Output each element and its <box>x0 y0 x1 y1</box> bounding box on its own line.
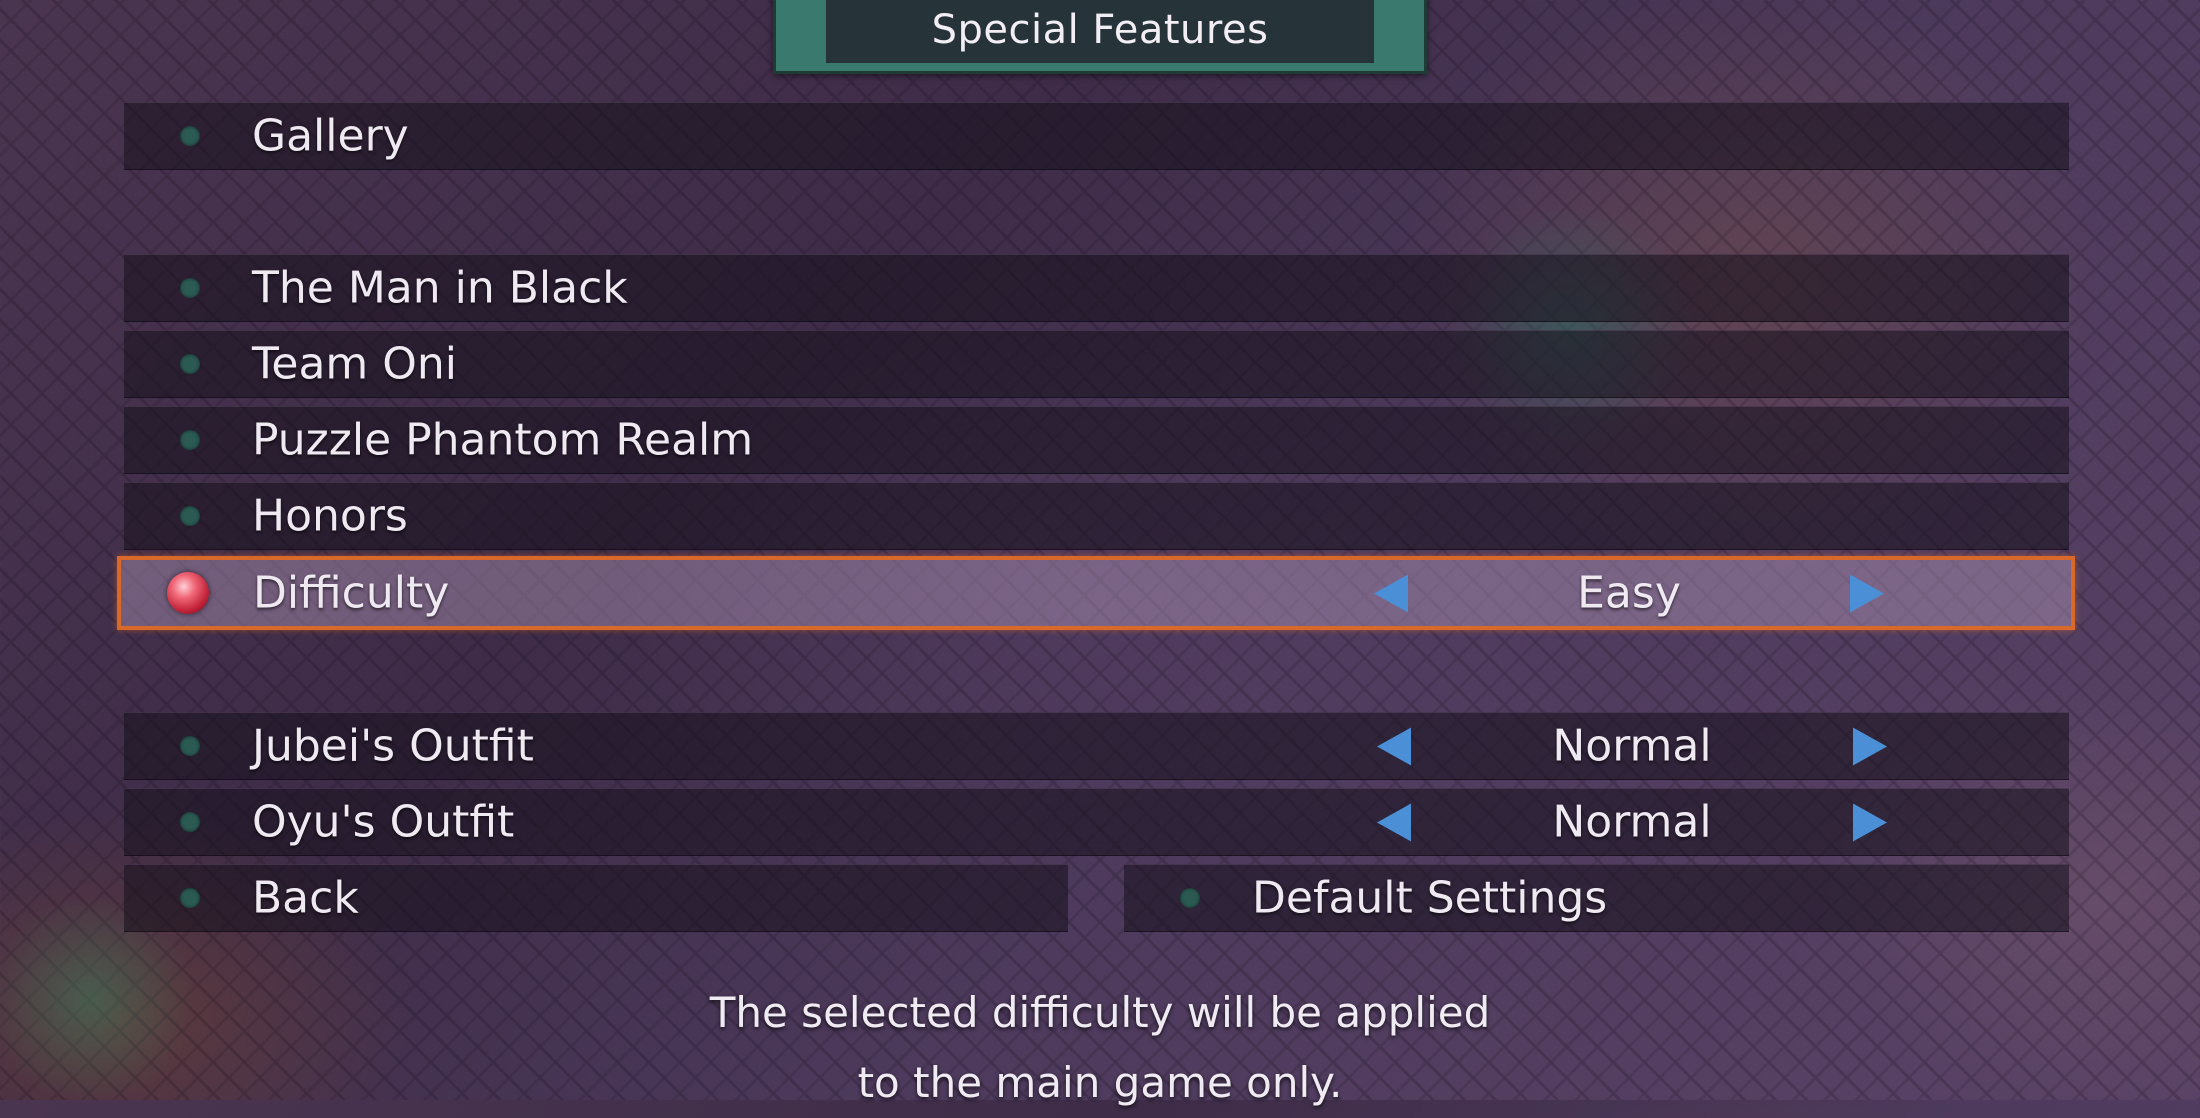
difficulty-selector: Easy <box>1374 568 1884 619</box>
bullet-dot-icon <box>1180 888 1200 908</box>
menu-item-man-in-black[interactable]: The Man in Black <box>124 254 2069 322</box>
page-title: Special Features <box>826 0 1374 63</box>
bullet-dot-icon <box>180 354 200 374</box>
menu-item-label: Gallery <box>252 110 409 162</box>
bullet-dot-icon <box>180 126 200 146</box>
menu-item-jubei-outfit[interactable]: Jubei's Outfit Normal <box>124 712 2069 780</box>
menu-item-label: Honors <box>252 490 408 542</box>
bullet-dot-icon <box>180 812 200 832</box>
oyu-outfit-selector: Normal <box>1377 797 1887 848</box>
selection-orb-icon <box>167 572 209 614</box>
bullet-dot-icon <box>180 430 200 450</box>
back-label: Back <box>252 872 359 924</box>
arrow-left-icon[interactable] <box>1377 727 1411 765</box>
menu-item-label: Difficulty <box>253 567 450 619</box>
menu-item-honors[interactable]: Honors <box>124 482 2069 550</box>
jubei-outfit-value: Normal <box>1552 720 1712 772</box>
back-button[interactable]: Back <box>124 864 1068 932</box>
menu-item-puzzle-phantom-realm[interactable]: Puzzle Phantom Realm <box>124 406 2069 474</box>
difficulty-value: Easy <box>1577 567 1681 619</box>
bullet-dot-icon <box>180 736 200 756</box>
arrow-left-icon[interactable] <box>1374 574 1408 612</box>
menu-item-label: Jubei's Outfit <box>252 720 534 772</box>
bullet-dot-icon <box>180 888 200 908</box>
menu-item-label: Team Oni <box>252 338 458 390</box>
default-settings-label: Default Settings <box>1252 872 1608 924</box>
bullet-dot-icon <box>180 506 200 526</box>
menu-item-label: Puzzle Phantom Realm <box>252 414 754 466</box>
jubei-outfit-selector: Normal <box>1377 721 1887 772</box>
menu-item-oyu-outfit[interactable]: Oyu's Outfit Normal <box>124 788 2069 856</box>
description-text: The selected difficulty will be applied … <box>600 978 1600 1118</box>
title-plate: Special Features <box>773 0 1427 74</box>
arrow-right-icon[interactable] <box>1849 574 1884 612</box>
bullet-dot-icon <box>180 278 200 298</box>
menu-item-team-oni[interactable]: Team Oni <box>124 330 2069 398</box>
menu-item-gallery[interactable]: Gallery <box>124 102 2069 170</box>
arrow-left-icon[interactable] <box>1377 803 1411 841</box>
description-line-1: The selected difficulty will be applied <box>709 988 1491 1037</box>
oyu-outfit-value: Normal <box>1552 796 1712 848</box>
description-line-2: to the main game only. <box>857 1058 1343 1107</box>
menu-item-label: The Man in Black <box>252 262 628 314</box>
arrow-right-icon[interactable] <box>1852 803 1887 841</box>
default-settings-button[interactable]: Default Settings <box>1124 864 2069 932</box>
menu-item-difficulty[interactable]: Difficulty Easy <box>117 556 2075 630</box>
arrow-right-icon[interactable] <box>1852 727 1887 765</box>
menu-item-label: Oyu's Outfit <box>252 796 515 848</box>
